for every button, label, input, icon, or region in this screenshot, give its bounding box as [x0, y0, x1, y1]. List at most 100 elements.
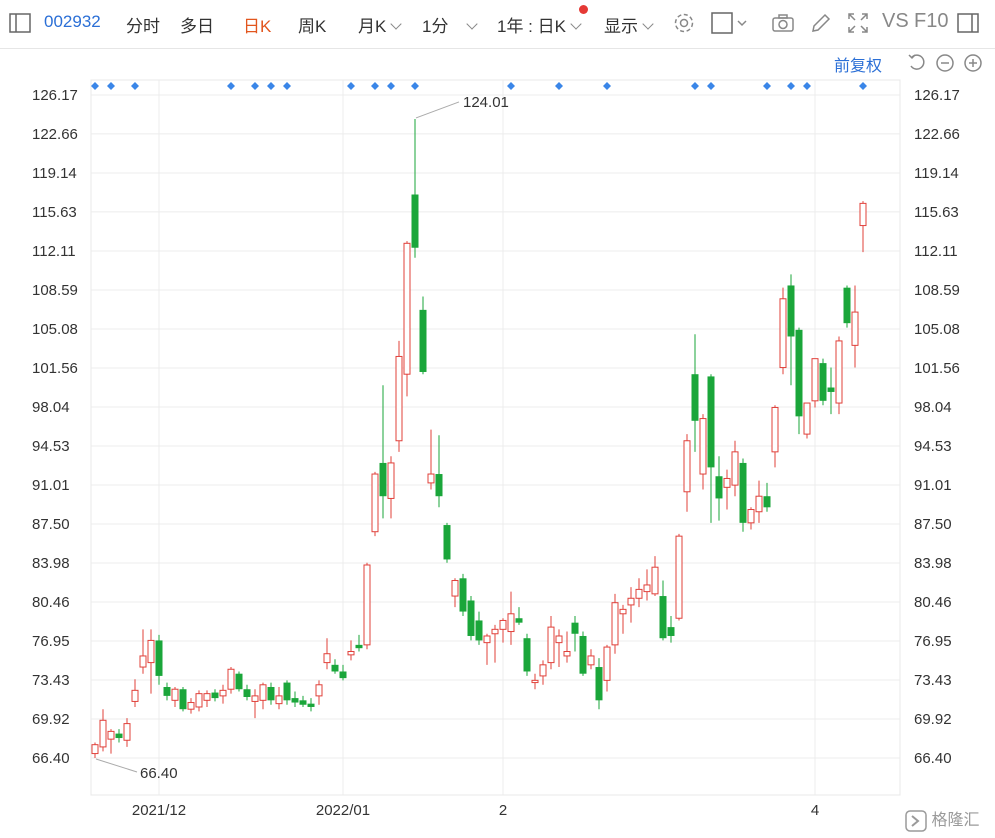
- candle-body-up: [91, 744, 99, 755]
- candle-body-up: [147, 639, 155, 664]
- candle-body-down: [211, 692, 219, 699]
- candle-body-down: [739, 462, 747, 523]
- candle-body-up: [611, 602, 619, 646]
- candle-body-up: [779, 298, 787, 369]
- candle-body-up: [531, 679, 539, 684]
- candle-body-down: [435, 474, 443, 497]
- y-tick-label-right: 73.43: [914, 672, 952, 689]
- candle-body-down: [331, 664, 339, 672]
- candle-body-up: [139, 655, 147, 668]
- event-marker-icon: [803, 82, 811, 90]
- y-tick-label-right: 98.04: [914, 399, 952, 416]
- candle-body-up: [627, 597, 635, 606]
- candle-body-up: [651, 566, 659, 595]
- candles-layer: [91, 118, 867, 758]
- y-tick-label-right: 101.56: [914, 360, 960, 377]
- event-marker-icon: [507, 82, 515, 90]
- y-tick-label-right: 122.66: [914, 126, 960, 143]
- event-marker-icon: [347, 82, 355, 90]
- candle-body-up: [395, 355, 403, 442]
- candle-body-down: [179, 689, 187, 710]
- candle-body-down: [243, 689, 251, 697]
- y-tick-label-left: 115.63: [32, 204, 77, 221]
- candle-body-up: [699, 418, 707, 475]
- x-tick-label: 2022/01: [316, 802, 370, 819]
- y-tick-label-right: 105.08: [914, 321, 960, 338]
- candle-body-up: [363, 564, 371, 646]
- event-marker-icon: [251, 82, 259, 90]
- y-tick-label-right: 66.40: [914, 750, 952, 767]
- y-tick-label-right: 69.92: [914, 711, 952, 728]
- candle-body-up: [323, 653, 331, 664]
- y-tick-label-left: 98.04: [32, 399, 70, 416]
- candle-body-up: [195, 693, 203, 708]
- candle-body-down: [795, 329, 803, 417]
- y-tick-label-left: 80.46: [32, 594, 70, 611]
- watermark-text: 格隆汇: [931, 812, 980, 829]
- candle-body-down: [819, 363, 827, 401]
- watermark: 格隆汇: [905, 806, 979, 832]
- candle-body-down: [659, 596, 667, 639]
- candle-body-down: [283, 682, 291, 701]
- y-tick-label-right: 115.63: [914, 204, 959, 221]
- high-annotation-leader: [415, 101, 460, 119]
- event-marker-icon: [707, 82, 715, 90]
- candle-body-up: [731, 451, 739, 486]
- low-annotation-label: 66.40: [140, 765, 178, 782]
- candle-body-down: [299, 700, 307, 705]
- candle-body-up: [563, 651, 571, 657]
- y-tick-label-left: 105.08: [32, 321, 78, 338]
- candle-body-up: [227, 668, 235, 690]
- y-tick-label-left: 69.92: [32, 711, 70, 728]
- event-marker-icon: [91, 82, 99, 90]
- plot-frame: [90, 79, 901, 796]
- y-tick-label-left: 101.56: [32, 360, 78, 377]
- candle-body-up: [859, 202, 867, 227]
- y-tick-label-left: 119.14: [32, 165, 77, 182]
- candle-body-up: [203, 693, 211, 701]
- candle-body-up: [547, 626, 555, 664]
- candle-body-up: [315, 684, 323, 697]
- x-tick-label: 2021/12: [132, 802, 186, 819]
- y-tick-label-left: 108.59: [32, 282, 78, 299]
- candle-body-up: [403, 242, 411, 375]
- y-tick-label-right: 119.14: [914, 165, 959, 182]
- candle-body-up: [131, 689, 139, 702]
- candle-body-up: [811, 358, 819, 402]
- candle-body-up: [507, 613, 515, 633]
- candle-body-down: [155, 640, 163, 676]
- event-marker-icon: [603, 82, 611, 90]
- candle-body-down: [827, 387, 835, 392]
- y-tick-label-left: 73.43: [32, 672, 70, 689]
- candle-body-down: [115, 733, 123, 739]
- candle-body-up: [275, 695, 283, 705]
- candle-body-up: [499, 619, 507, 630]
- y-tick-label-right: 108.59: [914, 282, 960, 299]
- candle-body-up: [675, 535, 683, 619]
- y-tick-label-left: 122.66: [32, 126, 78, 143]
- candle-body-down: [843, 287, 851, 324]
- candlestick-chart[interactable]: 126.17 126.17 122.66 122.66 119.14 119.14 115.…: [0, 0, 995, 838]
- candle-body-down: [419, 309, 427, 372]
- candle-body-down: [715, 476, 723, 499]
- event-marker-icon: [787, 82, 795, 90]
- y-tick-label-right: 87.50: [914, 516, 952, 533]
- candle-body-down: [339, 671, 347, 679]
- candle-body-down: [459, 578, 467, 612]
- candle-body-up: [539, 664, 547, 677]
- event-marker-icon: [555, 82, 563, 90]
- y-tick-label-left: 94.53: [32, 438, 70, 455]
- chart-grid: [90, 79, 901, 796]
- y-tick-label-right: 76.95: [914, 633, 952, 650]
- candle-body-down: [235, 673, 243, 690]
- event-marker-icon: [283, 82, 291, 90]
- y-tick-label-left: 76.95: [32, 633, 70, 650]
- low-annotation-leader: [95, 758, 138, 773]
- event-marker-icon: [267, 82, 275, 90]
- y-tick-label-right: 112.11: [914, 243, 958, 260]
- candle-body-up: [835, 340, 843, 404]
- candle-body-up: [451, 580, 459, 597]
- candle-body-up: [643, 584, 651, 593]
- candle-body-up: [259, 684, 267, 701]
- candle-body-down: [571, 622, 579, 634]
